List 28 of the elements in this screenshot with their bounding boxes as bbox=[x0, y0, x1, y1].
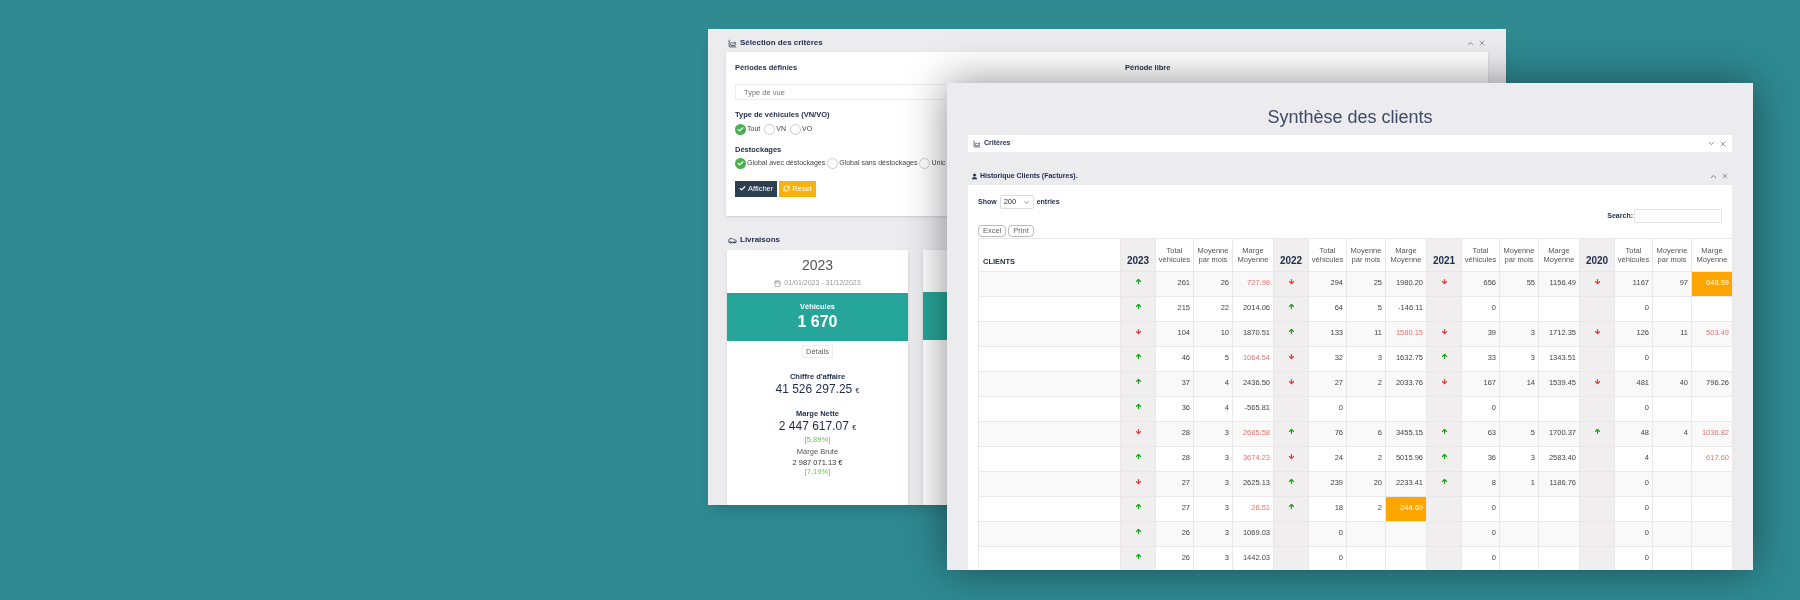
check-icon bbox=[739, 185, 746, 193]
page-title: Synthèse des clients bbox=[1267, 106, 1433, 129]
radio[interactable] bbox=[827, 157, 839, 169]
radio[interactable] bbox=[735, 157, 746, 169]
close-icon[interactable] bbox=[1478, 39, 1486, 47]
radio[interactable] bbox=[919, 157, 931, 169]
year-header: 2022 bbox=[1273, 238, 1309, 272]
close-icon[interactable] bbox=[1721, 172, 1729, 180]
vehicles-count: 1 670 bbox=[797, 312, 838, 333]
radio[interactable] bbox=[764, 123, 776, 135]
radio[interactable] bbox=[735, 123, 746, 135]
year-header: 2021 bbox=[1426, 238, 1462, 272]
user-icon bbox=[971, 172, 978, 180]
car-icon bbox=[728, 235, 737, 245]
chart-icon bbox=[973, 139, 981, 148]
close-icon[interactable] bbox=[1719, 139, 1727, 148]
section-title: Livraisons bbox=[740, 234, 780, 246]
search-field[interactable] bbox=[1634, 209, 1722, 223]
card-year: 2023 bbox=[801, 256, 834, 275]
expand-icon[interactable] bbox=[1707, 139, 1716, 148]
caret-icon bbox=[1022, 198, 1030, 206]
radio[interactable] bbox=[789, 123, 801, 135]
panel-title: Sélection des critères bbox=[740, 37, 823, 49]
year-header: 2020 bbox=[1579, 238, 1615, 272]
calendar-icon bbox=[774, 279, 782, 287]
year-header: 2023 bbox=[1120, 238, 1156, 272]
refresh-icon bbox=[783, 185, 791, 193]
chart-icon bbox=[728, 38, 737, 48]
